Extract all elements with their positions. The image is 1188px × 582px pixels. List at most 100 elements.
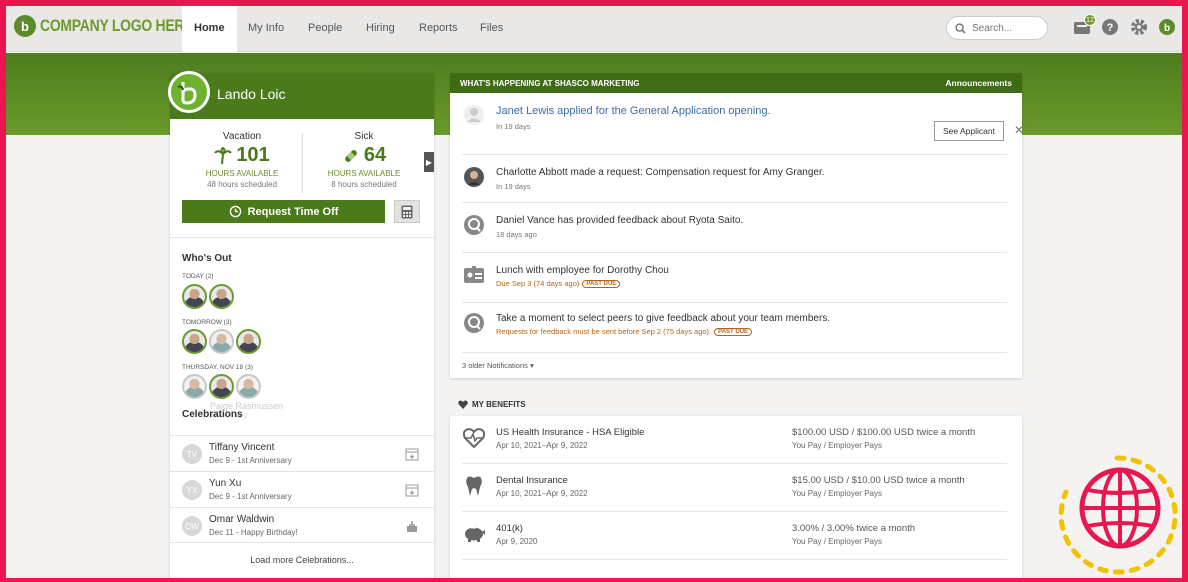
celebration-item[interactable]: YX Yun Xu Dec 9 - 1st Anniversary ★: [170, 471, 434, 507]
calculator-button[interactable]: [394, 200, 420, 223]
benefits-title-text: MY BENEFITS: [472, 400, 526, 409]
celebration-item[interactable]: OW Omar Waldwin Dec 11 - Happy Birthday!: [170, 507, 434, 543]
celebration-date: Dec 9 - 1st Anniversary: [209, 492, 292, 501]
benefit-cost: 3.00% / 3.00% twice a month: [792, 523, 916, 534]
sick-hours-scheduled: 8 hours scheduled: [331, 180, 397, 189]
calendar-star-icon: ★: [404, 446, 420, 462]
benefits-card: US Health Insurance - HSA Eligible Apr 1…: [450, 416, 1022, 578]
clock-plus-icon: [229, 205, 241, 218]
close-icon[interactable]: ✕: [1014, 123, 1024, 137]
benefit-payer: You Pay / Employer Pays: [792, 441, 882, 450]
pto-next-arrow-icon[interactable]: ▶: [424, 152, 434, 172]
employee-avatar[interactable]: [236, 329, 261, 354]
help-icon[interactable]: ?: [1100, 17, 1120, 37]
notification-subtext: Due Sep 3 (74 days ago): [496, 279, 580, 288]
heart-icon: [458, 400, 468, 409]
benefit-item[interactable]: 401(k) Apr 9, 2020 3.00% / 3.00% twice a…: [462, 512, 1007, 560]
whos-out-avatars: [182, 329, 261, 354]
celebration-date: Dec 9 - 1st Anniversary: [209, 456, 292, 465]
tab-people[interactable]: People: [296, 6, 354, 52]
older-notifications-label: 3 older Notifications: [462, 361, 528, 370]
avatar-photo-icon: [462, 165, 486, 189]
whos-out-day-label: TOMORROW (3): [182, 319, 232, 326]
chevron-down-icon: ▾: [529, 361, 534, 370]
benefit-item[interactable]: Dental Insurance Apr 10, 2021–Apr 9, 202…: [462, 464, 1007, 512]
request-time-off-button[interactable]: Request Time Off: [182, 200, 385, 223]
notification-text: Daniel Vance has provided feedback about…: [496, 215, 744, 226]
notification-item[interactable]: Lunch with employee for Dorothy Chou Due…: [462, 263, 1007, 303]
celebrations-title: Celebrations: [182, 409, 243, 420]
sick-label: Sick: [354, 131, 374, 142]
profile-card: Lando Loic Vacation 101 HOURS AVAILABLE …: [168, 71, 434, 578]
search-icon: [955, 22, 966, 34]
celebration-name: Yun Xu: [209, 478, 242, 489]
load-more-celebrations-link[interactable]: Load more Celebrations...: [170, 555, 434, 565]
employee-avatar[interactable]: [182, 374, 207, 399]
older-notifications-link[interactable]: 3 older Notifications ▾: [462, 361, 534, 370]
calendar-star-icon: ★: [404, 482, 420, 498]
search-box[interactable]: [946, 16, 1048, 40]
id-card-icon: [462, 263, 486, 287]
whos-out-title: Who's Out: [182, 253, 232, 264]
notifications-card: WHAT'S HAPPENING AT SHASCO MARKETING Ann…: [450, 73, 1024, 378]
notification-text: Lunch with employee for Dorothy Chou: [496, 265, 669, 276]
section-divider: [170, 237, 434, 238]
cake-icon: [404, 518, 420, 534]
notification-subtext: In 19 days: [496, 182, 531, 191]
search-input[interactable]: [972, 22, 1042, 34]
notification-text[interactable]: Janet Lewis applied for the General Appl…: [496, 105, 771, 117]
benefit-dates: Apr 10, 2021–Apr 9, 2022: [496, 441, 588, 450]
benefit-payer: You Pay / Employer Pays: [792, 537, 882, 546]
benefit-cost: $15.00 USD / $10.00 USD twice a month: [792, 475, 965, 486]
celebration-name: Omar Waldwin: [209, 514, 275, 525]
benefit-dates: Apr 10, 2021–Apr 9, 2022: [496, 489, 588, 498]
announcements-link[interactable]: Announcements: [945, 78, 1012, 88]
employee-avatar[interactable]: [182, 329, 207, 354]
vacation-hours: 101: [236, 144, 270, 166]
feedback-icon: [462, 311, 486, 335]
celebration-initials: YX: [182, 480, 202, 500]
notification-item[interactable]: Charlotte Abbott made a request: Compens…: [462, 165, 1007, 203]
tab-my-info[interactable]: My Info: [236, 6, 296, 52]
globe-watermark-icon: [1058, 455, 1178, 575]
sick-hours-available: HOURS AVAILABLE: [327, 169, 401, 178]
employee-avatar[interactable]: [209, 329, 234, 354]
settings-gear-icon[interactable]: [1129, 17, 1149, 37]
notification-item[interactable]: Daniel Vance has provided feedback about…: [462, 213, 1007, 253]
profile-avatar[interactable]: [168, 71, 210, 113]
svg-text:b: b: [1164, 23, 1170, 34]
profile-name[interactable]: Lando Loic: [217, 86, 286, 102]
feedback-icon: [462, 213, 486, 237]
notification-subtext: In 19 days: [496, 122, 531, 131]
benefit-name: Dental Insurance: [496, 475, 568, 486]
employee-avatar[interactable]: [236, 374, 261, 399]
tab-files[interactable]: Files: [468, 6, 515, 52]
inbox-count-badge: 12: [1084, 14, 1096, 26]
svg-text:★: ★: [409, 453, 415, 461]
user-avatar-icon[interactable]: b: [1157, 17, 1177, 37]
sick-balance: Sick 64 HOURS AVAILABLE 8 hours schedule…: [304, 131, 424, 189]
notification-item[interactable]: Take a moment to select peers to give fe…: [462, 311, 1007, 353]
benefits-title: MY BENEFITS: [458, 400, 526, 409]
vacation-hours-scheduled: 48 hours scheduled: [207, 180, 277, 189]
employee-avatar[interactable]: [209, 374, 234, 399]
tab-reports[interactable]: Reports: [407, 6, 470, 52]
benefit-dates: Apr 9, 2020: [496, 537, 538, 546]
tooth-icon: [462, 474, 486, 498]
pto-divider: [302, 133, 303, 193]
notification-text: Take a moment to select peers to give fe…: [496, 313, 831, 324]
employee-avatar[interactable]: [209, 284, 234, 309]
benefit-item[interactable]: US Health Insurance - HSA Eligible Apr 1…: [462, 416, 1007, 464]
celebration-date: Dec 11 - Happy Birthday!: [209, 528, 298, 537]
celebration-initials: OW: [182, 516, 202, 536]
whos-out-day-label: TODAY (2): [182, 273, 214, 280]
tab-home[interactable]: Home: [182, 6, 237, 52]
notification-item[interactable]: Janet Lewis applied for the General Appl…: [462, 103, 1024, 155]
sick-hours: 64: [363, 144, 387, 166]
svg-text:★: ★: [409, 489, 415, 497]
see-applicant-button[interactable]: See Applicant: [934, 121, 1004, 141]
employee-avatar[interactable]: [182, 284, 207, 309]
feed-header: WHAT'S HAPPENING AT SHASCO MARKETING Ann…: [450, 73, 1022, 93]
tab-hiring[interactable]: Hiring: [354, 6, 407, 52]
celebration-item[interactable]: TV Tiffany Vincent Dec 9 - 1st Anniversa…: [170, 435, 434, 471]
